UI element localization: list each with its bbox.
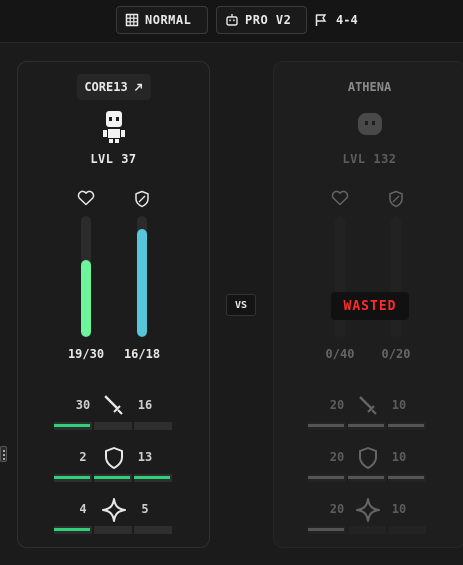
special-right-value: 10 [391,502,407,516]
attack-row: 30 16 [54,394,174,440]
attribute-pip-fill [134,476,170,479]
shield-bar [137,216,147,337]
defense-pips [54,474,172,482]
score-group: 4-4 [314,6,358,34]
attribute-pip [388,526,426,534]
special-row: 20 10 [308,498,428,544]
attack-pips [54,422,172,430]
shield-value: 0/20 [381,347,411,361]
defense-pips [308,474,426,482]
special-left-value: 4 [79,502,87,516]
shield-icon [105,447,123,469]
attribute-pip [134,474,172,482]
special-right-value: 5 [141,502,149,516]
vs-badge: VS [226,294,256,316]
health-bar-fill [81,260,91,337]
defense-row: 2 13 [54,446,174,492]
defense-left-value: 2 [79,450,87,464]
attribute-pip [94,526,132,534]
opponent-name-tag[interactable]: ATHENA [340,74,399,100]
health-bar [81,216,91,337]
flag-icon [315,14,327,26]
attribute-pip [388,474,426,482]
attribute-pip [134,526,172,534]
defense-right-value: 13 [137,450,153,464]
attribute-pip [308,422,346,430]
attribute-pip [308,526,346,534]
robot-head-avatar-icon [357,113,382,135]
defense-left-value: 20 [329,450,345,464]
attribute-pip-fill [308,476,344,479]
difficulty-pill[interactable]: NORMAL [116,6,208,34]
shield-value: 16/18 [123,347,161,361]
score-label: 4-4 [336,13,358,27]
attribute-pip-fill [308,424,344,427]
side-drag-handle[interactable] [0,446,7,462]
player-card: CORE13 LVL 37 19/30 16/18 30 16 2 13 4 5 [17,61,210,548]
attribute-pip-fill [54,476,90,479]
special-left-value: 20 [329,502,345,516]
wasted-status-badge: WASTED [331,292,409,320]
attack-left-value: 20 [329,398,345,412]
sparkle-icon [102,498,126,522]
attribute-pip [54,422,92,430]
shield-icon [359,447,377,469]
attribute-pip [348,422,386,430]
health-value: 19/30 [67,347,105,361]
robot-avatar-icon [102,111,125,143]
attribute-pip-fill [388,424,424,427]
special-row: 4 5 [54,498,174,544]
attribute-pip [94,422,132,430]
special-pips [54,526,172,534]
attribute-pip [134,422,172,430]
sword-icon [104,395,123,415]
heart-icon [331,190,349,206]
attack-right-value: 16 [137,398,153,412]
model-label: PRO V2 [245,13,292,27]
attribute-pip [94,474,132,482]
attribute-pip-fill [348,476,384,479]
defense-row: 20 10 [308,446,428,492]
attribute-pip-fill [54,528,90,531]
shield-icon [135,190,149,208]
robot-icon [226,14,238,26]
attribute-pip [54,526,92,534]
attribute-pip [54,474,92,482]
attack-pips [308,422,426,430]
attack-left-value: 30 [75,398,91,412]
attribute-pip-fill [308,528,344,531]
player-name: CORE13 [84,80,128,94]
grid-icon [125,13,139,27]
attribute-pip [348,474,386,482]
external-link-icon [134,83,142,91]
attribute-pip-fill [94,476,130,479]
player-level: LVL 37 [90,152,137,166]
attack-row: 20 10 [308,394,428,440]
difficulty-label: NORMAL [145,13,192,27]
player-name-tag[interactable]: CORE13 [76,74,151,100]
shield-icon [389,190,403,208]
health-value: 0/40 [325,347,355,361]
opponent-name: ATHENA [347,80,392,94]
top-bar: NORMAL PRO V2 4-4 [0,0,463,43]
attribute-pip-fill [388,476,424,479]
model-pill[interactable]: PRO V2 [216,6,307,34]
attribute-pip [388,422,426,430]
opponent-card: ATHENA LVL 132 0/40 0/20 20 10 20 10 20 … [273,61,463,548]
opponent-level: LVL 132 [342,152,397,166]
sword-icon [359,396,377,415]
attribute-pip [348,526,386,534]
sparkle-icon [356,498,380,522]
attribute-pip-fill [54,424,90,427]
attribute-pip-fill [348,424,384,427]
special-pips [308,526,426,534]
attribute-pip [308,474,346,482]
heart-icon [77,190,95,206]
attack-right-value: 10 [391,398,407,412]
shield-bar-fill [137,229,147,337]
defense-right-value: 10 [391,450,407,464]
